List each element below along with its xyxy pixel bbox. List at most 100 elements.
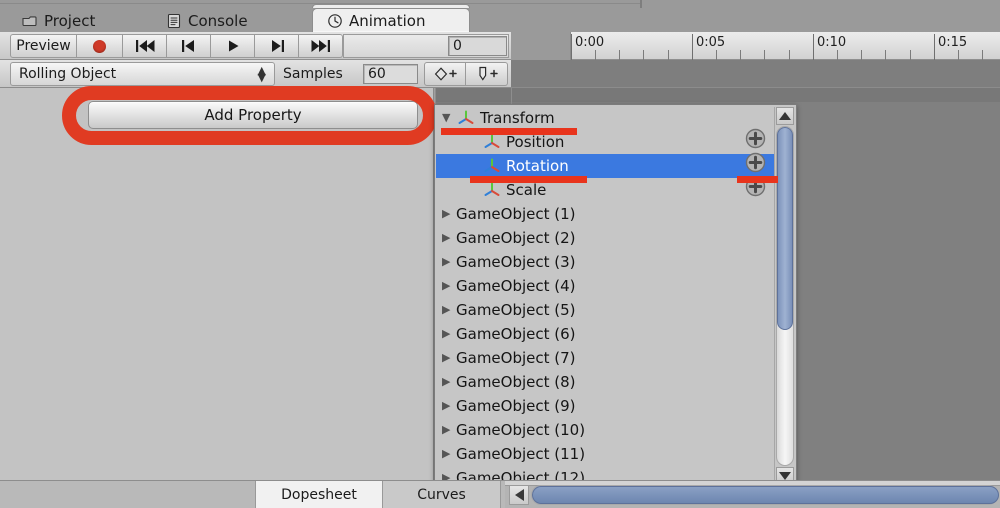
- last-frame-button[interactable]: [299, 34, 343, 58]
- ruler-label: 0:10: [817, 35, 847, 50]
- ruler-label: 0:05: [696, 35, 726, 50]
- property-list-scrollbar[interactable]: [774, 107, 794, 485]
- console-icon: [167, 13, 181, 28]
- horizontal-scrollbar-track[interactable]: [531, 485, 999, 505]
- chevron-right-icon[interactable]: ▶: [442, 231, 456, 245]
- chevron-right-icon[interactable]: ▶: [442, 255, 456, 269]
- ruler-minor-tick: [716, 50, 717, 60]
- play-icon: [228, 40, 238, 52]
- previous-frame-button[interactable]: [167, 34, 211, 58]
- rotation-plus-underline-annotation: [737, 176, 778, 183]
- step-forward-icon: [271, 40, 284, 52]
- chevron-right-icon[interactable]: ▶: [442, 327, 456, 341]
- chevron-right-icon[interactable]: ▶: [442, 279, 456, 293]
- property-row[interactable]: Rotation: [436, 154, 774, 178]
- ruler-minor-tick: [740, 50, 741, 60]
- play-button[interactable]: [211, 34, 255, 58]
- clip-name-label: Rolling Object: [19, 66, 117, 82]
- horizontal-scrollbar-area[interactable]: [505, 480, 1000, 508]
- step-back-icon: [181, 40, 194, 52]
- property-row[interactable]: ▶ GameObject (4): [436, 274, 774, 298]
- first-frame-button[interactable]: [123, 34, 167, 58]
- scrollbar-thumb[interactable]: [777, 127, 793, 330]
- ruler-label: 0:00: [575, 35, 605, 50]
- transform-underline-annotation: [441, 128, 577, 135]
- property-row-label: GameObject (5): [456, 301, 576, 319]
- transform-axis-icon: [484, 182, 500, 196]
- tab-dopesheet[interactable]: Dopesheet: [255, 481, 383, 508]
- tab-curves[interactable]: Curves: [383, 481, 501, 508]
- ruler-minor-tick: [885, 50, 886, 60]
- tab-animation[interactable]: Animation: [312, 8, 470, 33]
- plus-circle-icon: [745, 152, 766, 173]
- ruler-minor-tick: [764, 50, 765, 60]
- chevron-right-icon[interactable]: ▶: [442, 399, 456, 413]
- property-row[interactable]: ▶ GameObject (11): [436, 442, 774, 466]
- chevron-right-icon[interactable]: ▶: [442, 423, 456, 437]
- property-row[interactable]: ▶ GameObject (5): [436, 298, 774, 322]
- horizontal-scrollbar-thumb[interactable]: [532, 486, 999, 504]
- tab-project-label: Project: [44, 11, 96, 30]
- chevron-right-icon[interactable]: ▶: [442, 447, 456, 461]
- transform-axis-icon: [484, 134, 500, 148]
- add-keyframe-icon: [434, 67, 457, 81]
- clip-toolbar: Rolling Object ▲ ▼ Samples 60: [0, 60, 1000, 88]
- scroll-left-arrow-icon[interactable]: [509, 485, 529, 505]
- property-row-label: GameObject (9): [456, 397, 576, 415]
- chevron-right-icon[interactable]: ▶: [442, 207, 456, 221]
- ruler-minor-tick: [861, 50, 862, 60]
- property-row[interactable]: ▼ Transform: [436, 106, 774, 130]
- property-row-label: Transform: [480, 109, 555, 127]
- samples-input[interactable]: 60: [363, 64, 418, 84]
- add-property-plus-column: [745, 128, 769, 200]
- property-row-label: Scale: [506, 181, 547, 199]
- add-property-dropdown[interactable]: ▼ Transform Position Rotation Scale ▶ Game…: [434, 104, 797, 486]
- ruler-minor-tick: [910, 50, 911, 60]
- property-row-label: GameObject (8): [456, 373, 576, 391]
- add-event-button[interactable]: [466, 62, 508, 86]
- chevron-right-icon[interactable]: ▶: [442, 351, 456, 365]
- ruler-minor-tick: [837, 50, 838, 60]
- clock-icon: [328, 13, 342, 28]
- add-property-highlight-annotation: [62, 86, 437, 145]
- property-row-list[interactable]: ▼ Transform Position Rotation Scale ▶ Game…: [436, 106, 774, 486]
- property-row[interactable]: ▶ GameObject (9): [436, 394, 774, 418]
- time-ruler[interactable]: 0:00 0:05 0:10 0:15: [511, 32, 1000, 60]
- property-row[interactable]: ▶ GameObject (2): [436, 226, 774, 250]
- property-row[interactable]: ▶ GameObject (8): [436, 370, 774, 394]
- skip-to-start-icon: [135, 40, 154, 52]
- rotation-underline-annotation: [470, 176, 587, 183]
- current-frame-input[interactable]: 0: [448, 36, 507, 56]
- chevron-right-icon[interactable]: ▶: [442, 303, 456, 317]
- tab-console[interactable]: Console: [152, 8, 292, 33]
- property-row[interactable]: ▶ GameObject (10): [436, 418, 774, 442]
- tab-console-label: Console: [188, 11, 248, 30]
- chevron-down-icon[interactable]: ▼: [442, 111, 456, 125]
- tab-project[interactable]: Project: [8, 8, 140, 33]
- property-row[interactable]: ▶ GameObject (7): [436, 346, 774, 370]
- property-row-label: GameObject (1): [456, 205, 576, 223]
- scroll-up-arrow-icon[interactable]: [776, 107, 794, 125]
- record-button[interactable]: [77, 34, 123, 58]
- add-event-icon: [478, 66, 498, 81]
- tab-dopesheet-label: Dopesheet: [281, 487, 357, 503]
- chevron-right-icon[interactable]: ▶: [442, 375, 456, 389]
- property-row-label: GameObject (2): [456, 229, 576, 247]
- tab-bar: Project Console Animation: [0, 8, 1000, 33]
- property-row[interactable]: ▶ GameObject (6): [436, 322, 774, 346]
- preview-label: Preview: [16, 38, 71, 54]
- add-position-button[interactable]: [745, 128, 766, 149]
- add-keyframe-button[interactable]: [424, 62, 466, 86]
- scrollbar-track[interactable]: [776, 126, 794, 466]
- property-row-label: GameObject (7): [456, 349, 576, 367]
- next-frame-button[interactable]: [255, 34, 299, 58]
- property-row[interactable]: ▶ GameObject (1): [436, 202, 774, 226]
- ruler-minor-tick: [982, 50, 983, 60]
- preview-button[interactable]: Preview: [10, 34, 77, 58]
- ruler-minor-tick: [958, 50, 959, 60]
- clip-selector-dropdown[interactable]: Rolling Object ▲ ▼: [10, 62, 275, 86]
- property-row[interactable]: ▶ GameObject (3): [436, 250, 774, 274]
- up-down-arrows-icon: ▲ ▼: [257, 64, 266, 84]
- add-rotation-button[interactable]: [745, 152, 766, 173]
- ruler-minor-tick: [619, 50, 620, 60]
